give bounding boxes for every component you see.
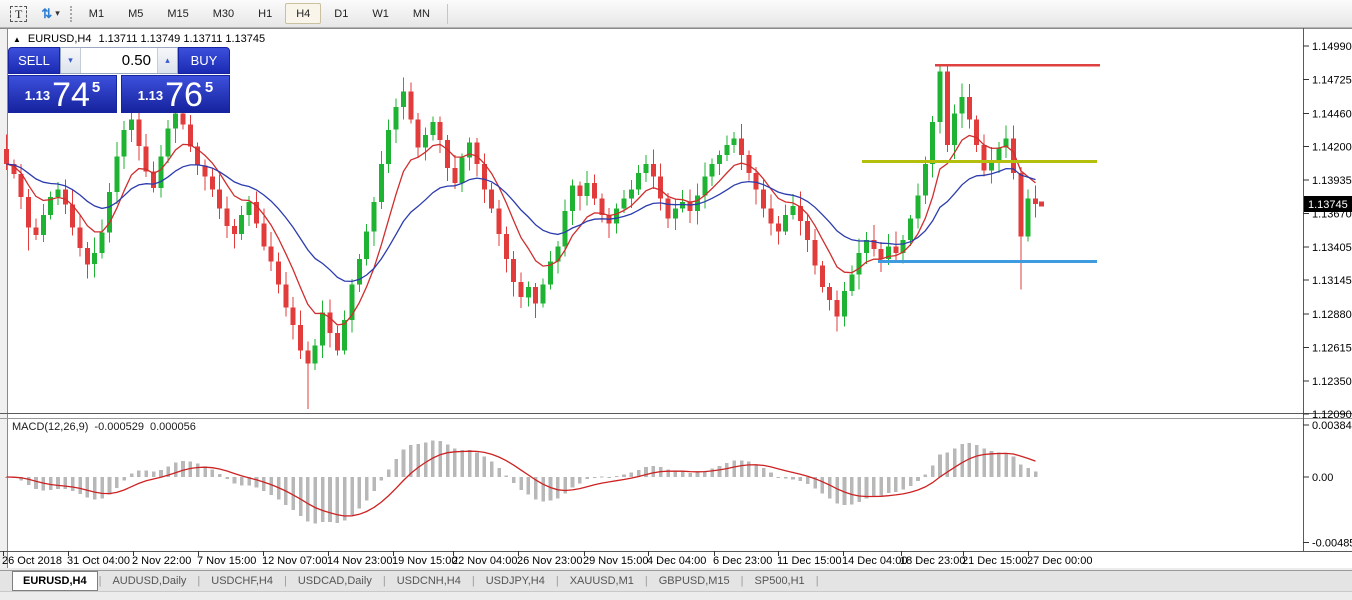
- macd-indicator-label: MACD(12,26,9) -0.000529 0.000056: [12, 421, 196, 433]
- svg-text:1.13405: 1.13405: [1312, 242, 1352, 254]
- toolbar-separator: [446, 3, 448, 24]
- svg-text:1.12615: 1.12615: [1312, 342, 1352, 354]
- tab-audusd-daily[interactable]: AUDUSD,Daily: [102, 571, 196, 591]
- svg-text:14 Nov 23:00: 14 Nov 23:00: [327, 555, 392, 567]
- svg-text:27 Dec 00:00: 27 Dec 00:00: [1027, 555, 1092, 567]
- buy-price-big-digits: 76: [165, 76, 203, 114]
- svg-text:1.13935: 1.13935: [1312, 175, 1352, 187]
- tf-m5[interactable]: M5: [117, 3, 154, 24]
- tf-w1[interactable]: W1: [361, 3, 400, 24]
- tf-h4[interactable]: H4: [285, 3, 322, 24]
- tab-eurusd-h4[interactable]: EURUSD,H4: [12, 571, 98, 591]
- volume-input[interactable]: [81, 48, 157, 73]
- tab-usdchf-h4[interactable]: USDCHF,H4: [201, 571, 283, 591]
- svg-text:1.14200: 1.14200: [1312, 141, 1352, 153]
- svg-text:1.13745: 1.13745: [1308, 199, 1348, 211]
- tab-gbpusd-m15[interactable]: GBPUSD,M15: [649, 571, 740, 591]
- tf-h1[interactable]: H1: [247, 3, 283, 24]
- svg-text:1.14460: 1.14460: [1312, 108, 1352, 120]
- svg-text:18 Dec 23:00: 18 Dec 23:00: [900, 555, 965, 567]
- svg-text:1.14725: 1.14725: [1312, 75, 1352, 87]
- tf-m30[interactable]: M30: [202, 3, 245, 24]
- volume-decrease-button[interactable]: ▾: [61, 48, 81, 73]
- caret-up-icon: ▴: [165, 55, 170, 65]
- sell-price-big-digits: 74: [52, 76, 90, 114]
- tab-usdjpy-h4[interactable]: USDJPY,H4: [476, 571, 555, 591]
- svg-text:29 Nov 15:00: 29 Nov 15:00: [583, 555, 648, 567]
- tab-sp500-h1[interactable]: SP500,H1: [745, 571, 815, 591]
- current-price-tag: 1.13745: [1304, 196, 1352, 212]
- sell-price-prefix: 1.13: [24, 88, 51, 103]
- svg-text:19 Nov 15:00: 19 Nov 15:00: [392, 555, 457, 567]
- svg-text:22 Nov 04:00: 22 Nov 04:00: [452, 555, 517, 567]
- timeframe-buttons: M1 M5 M15 M30 H1 H4 D1 W1 MN: [77, 3, 442, 24]
- svg-text:31 Oct 04:00: 31 Oct 04:00: [67, 555, 130, 567]
- svg-text:-0.004856: -0.004856: [1312, 538, 1352, 550]
- chart-tabbar: EURUSD,H4 | AUDUSD,Daily | USDCHF,H4 | USDCAD,…: [0, 570, 1352, 592]
- arrows-dropdown-button[interactable]: ⇅ ▾: [34, 3, 66, 25]
- svg-text:1.14990: 1.14990: [1312, 41, 1352, 53]
- text-label-tool-button[interactable]: T: [3, 3, 34, 25]
- svg-text:26 Nov 23:00: 26 Nov 23:00: [517, 555, 582, 567]
- buy-price-prefix: 1.13: [137, 88, 164, 103]
- collapse-triangle-icon[interactable]: ▲: [13, 35, 21, 44]
- bottom-strip: [0, 593, 1352, 600]
- svg-text:0.003847: 0.003847: [1312, 420, 1352, 432]
- mt4-terminal: { "toolbar": { "text_tool": "T", "icons"…: [0, 0, 1352, 600]
- up-down-arrows-icon: ⇅: [41, 5, 53, 21]
- volume-increase-button[interactable]: ▴: [157, 48, 177, 73]
- svg-text:7 Nov 15:00: 7 Nov 15:00: [197, 555, 256, 567]
- macd-signal-value: 0.000056: [149, 421, 196, 433]
- buy-button[interactable]: BUY: [178, 47, 230, 74]
- svg-text:1.12350: 1.12350: [1312, 376, 1352, 388]
- tab-separator: |: [815, 575, 819, 587]
- tf-m1[interactable]: M1: [78, 3, 115, 24]
- one-click-trading-panel: SELL ▾ ▴ BUY 1.13 74 5 1.13 76 5: [8, 47, 230, 114]
- top-toolbar: T ⇅ ▾ M1 M5 M15 M30 H1 H4 D1 W1 MN: [0, 0, 1352, 28]
- svg-text:14 Dec 04:00: 14 Dec 04:00: [842, 555, 907, 567]
- svg-text:1.13145: 1.13145: [1312, 275, 1352, 287]
- svg-text:1.12880: 1.12880: [1312, 309, 1352, 321]
- tab-xauusd-m1[interactable]: XAUUSD,M1: [560, 571, 644, 591]
- tab-usdcad-daily[interactable]: USDCAD,Daily: [288, 571, 382, 591]
- macd-value: -0.000529: [94, 421, 144, 433]
- svg-text:0.00: 0.00: [1312, 472, 1333, 484]
- chart-symbol-period: EURUSD,H4: [27, 33, 92, 45]
- sell-button[interactable]: SELL: [8, 47, 60, 74]
- svg-text:2 Nov 22:00: 2 Nov 22:00: [132, 555, 191, 567]
- svg-text:4 Dec 04:00: 4 Dec 04:00: [647, 555, 706, 567]
- sell-price-display[interactable]: 1.13 74 5: [8, 75, 117, 114]
- svg-text:26 Oct 2018: 26 Oct 2018: [2, 555, 62, 567]
- chevron-down-icon: ▾: [55, 8, 60, 18]
- svg-text:21 Dec 15:00: 21 Dec 15:00: [962, 555, 1027, 567]
- tf-d1[interactable]: D1: [323, 3, 359, 24]
- tab-usdcnh-h4[interactable]: USDCNH,H4: [387, 571, 471, 591]
- volume-stepper: ▾ ▴: [60, 47, 178, 74]
- svg-text:11 Dec 15:00: 11 Dec 15:00: [777, 555, 842, 567]
- svg-text:6 Dec 23:00: 6 Dec 23:00: [713, 555, 772, 567]
- last-tick-marker: [1039, 201, 1044, 207]
- svg-text:12 Nov 07:00: 12 Nov 07:00: [262, 555, 327, 567]
- macd-name: MACD(12,26,9): [12, 421, 89, 433]
- tf-mn[interactable]: MN: [402, 3, 441, 24]
- chart-title: ▲ EURUSD,H4 1.13711 1.13749 1.13711 1.13…: [13, 33, 265, 45]
- chart-ohlc-values: 1.13711 1.13749 1.13711 1.13745: [98, 33, 266, 45]
- buy-price-display[interactable]: 1.13 76 5: [121, 75, 230, 114]
- tf-m15[interactable]: M15: [156, 3, 199, 24]
- toolbar-grip-icon: [69, 5, 72, 22]
- caret-down-icon: ▾: [68, 55, 73, 65]
- sell-price-pip-digit: 5: [91, 79, 101, 96]
- text-tool-icon: T: [10, 5, 28, 22]
- buy-price-pip-digit: 5: [204, 79, 214, 96]
